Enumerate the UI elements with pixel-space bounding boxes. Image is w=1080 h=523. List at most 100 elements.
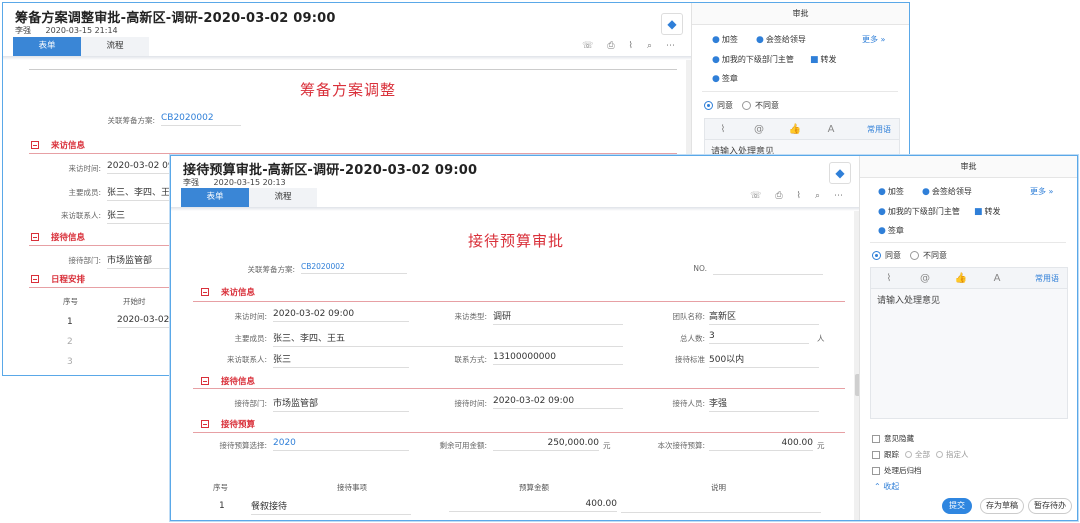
seal-button[interactable]: ● 签章 xyxy=(712,73,738,84)
phone-value: 13100000000 xyxy=(493,352,623,365)
members-label: 主要成员: xyxy=(68,188,101,197)
section-icon xyxy=(201,288,209,296)
team-value: 高新区 xyxy=(709,309,819,325)
font-icon[interactable]: A xyxy=(813,124,849,135)
forward-button[interactable]: ■ 转发 xyxy=(974,206,1001,217)
add-manager-button[interactable]: ● 加我的下级部门主管 xyxy=(712,54,794,65)
collapse-link[interactable]: ⌃ 收起 xyxy=(874,481,899,492)
section-icon xyxy=(201,420,209,428)
search-icon[interactable]: ⌕ xyxy=(815,191,820,201)
front-approval-panel: 审批 ● 加签 ● 会签给领导 更多 » ● 加我的下级部门主管 ■ 转发 ● 签章 同意… xyxy=(859,156,1077,520)
related-value[interactable]: CB2020002 xyxy=(161,113,241,126)
at-icon[interactable]: @ xyxy=(741,124,777,135)
chevron-up-icon: ⌃ xyxy=(874,482,881,491)
contact-label: 来访联系人: xyxy=(60,211,101,220)
pin-icon[interactable]: ◆ xyxy=(829,162,851,184)
at-icon[interactable]: @ xyxy=(907,273,943,284)
pin-icon[interactable]: ◆ xyxy=(661,13,683,35)
countersign-button[interactable]: ● 会签给领导 xyxy=(922,186,972,197)
members-value: 张三、李四、王五 xyxy=(273,331,623,347)
archive-checkbox[interactable]: 处理后归档 xyxy=(872,465,922,476)
more-icon[interactable]: ⋯ xyxy=(666,41,675,51)
attach-icon[interactable]: ⌇ xyxy=(705,124,741,135)
more-button[interactable]: 更多 » xyxy=(1030,186,1053,197)
disagree-radio[interactable]: 不同意 xyxy=(742,100,779,111)
related-value[interactable]: CB2020002 xyxy=(301,262,407,274)
countersign-button[interactable]: ● 会签给领导 xyxy=(756,34,806,45)
phone-icon[interactable]: ☏ xyxy=(582,41,593,51)
more-icon[interactable]: ⋯ xyxy=(834,191,843,201)
print-icon[interactable]: ⎙ xyxy=(607,41,614,51)
col-header: 序号 xyxy=(213,483,228,492)
disagree-radio[interactable]: 不同意 xyxy=(910,250,947,261)
section-icon xyxy=(31,275,39,283)
more-button[interactable]: 更多 » xyxy=(862,34,885,45)
opinion-toolbar: ⌇ @ 👍 A 常用语 xyxy=(704,118,900,140)
standard-value: 500以内 xyxy=(709,352,819,368)
col-header: 开始时 xyxy=(123,297,146,306)
section-budget: 接待预算 xyxy=(201,418,255,430)
remaining-unit: 元 xyxy=(603,441,611,450)
dept-label: 接待部门: xyxy=(68,256,101,265)
row-item[interactable]: 餐叙接待 xyxy=(251,499,411,515)
attach-icon[interactable]: ⌇ xyxy=(797,191,801,201)
user-add-icon: ● xyxy=(878,186,886,197)
attach-icon[interactable]: ⌇ xyxy=(629,41,633,51)
tab-flow[interactable]: 流程 xyxy=(249,188,317,207)
thumb-up-icon[interactable]: 👍 xyxy=(777,124,813,135)
col-header: 说明 xyxy=(711,483,726,492)
budget-select-value[interactable]: 2020 xyxy=(273,438,409,451)
tab-bar: 表单 流程 xyxy=(181,188,317,207)
thumb-up-icon[interactable]: 👍 xyxy=(943,273,979,284)
recv-time-label: 接待时间: xyxy=(454,399,487,408)
tab-form[interactable]: 表单 xyxy=(181,188,249,207)
follow-checkbox[interactable]: 跟踪 全部 指定人 xyxy=(872,449,969,460)
follow-assign-radio[interactable] xyxy=(936,451,943,458)
no-label: NO. xyxy=(693,264,707,273)
front-form-area: 接待预算审批-高新区-调研-2020-03-02 09:00 李强 2020-0… xyxy=(171,156,861,520)
row-start[interactable]: 2020-03-02 xyxy=(117,315,173,328)
tab-flow[interactable]: 流程 xyxy=(81,37,149,56)
col-header: 序号 xyxy=(63,297,78,306)
agree-radio[interactable]: 同意 xyxy=(704,100,733,111)
phone-icon[interactable]: ☏ xyxy=(750,191,761,201)
common-phrases-link[interactable]: 常用语 xyxy=(867,124,891,135)
no-value[interactable] xyxy=(713,262,823,275)
section-visit: 来访信息 xyxy=(31,139,85,151)
font-icon[interactable]: A xyxy=(979,273,1015,284)
section-icon xyxy=(31,233,39,241)
seal-button[interactable]: ● 签章 xyxy=(878,225,904,236)
agree-radio[interactable]: 同意 xyxy=(872,250,901,261)
team-label: 团队名称: xyxy=(672,312,705,321)
section-icon xyxy=(201,377,209,385)
timestamp: 2020-03-15 20:13 xyxy=(213,178,286,187)
add-sign-button[interactable]: ● 加签 xyxy=(712,34,738,45)
forward-button[interactable]: ■ 转发 xyxy=(810,54,837,65)
standard-label: 接待标准 xyxy=(675,355,705,364)
add-sign-button[interactable]: ● 加签 xyxy=(878,186,904,197)
user-add-icon: ● xyxy=(878,206,886,217)
opinion-input[interactable]: 请输入处理意见 xyxy=(870,289,1068,419)
save-draft-button[interactable]: 存为草稿 xyxy=(980,498,1024,514)
submit-button[interactable]: 提交 xyxy=(942,498,972,514)
follow-all-radio[interactable] xyxy=(905,451,912,458)
common-phrases-link[interactable]: 常用语 xyxy=(1035,273,1059,284)
toolbar: ☏ ⎙ ⌇ ⌕ ⋯ xyxy=(582,41,675,51)
print-icon[interactable]: ⎙ xyxy=(775,191,782,201)
members-label: 主要成员: xyxy=(234,334,267,343)
row-note[interactable] xyxy=(621,499,821,513)
search-icon[interactable]: ⌕ xyxy=(647,41,652,51)
row-number: 1 xyxy=(67,317,73,327)
row-amount[interactable]: 400.00 xyxy=(449,499,617,512)
hold-button[interactable]: 暂存待办 xyxy=(1028,498,1072,514)
section-icon xyxy=(31,141,39,149)
row-number: 2 xyxy=(67,337,73,347)
hide-opinion-checkbox[interactable]: 意见隐藏 xyxy=(872,433,914,444)
this-budget-value: 400.00 xyxy=(709,438,813,451)
tab-form[interactable]: 表单 xyxy=(13,37,81,56)
author: 李强 xyxy=(15,26,31,35)
add-manager-button[interactable]: ● 加我的下级部门主管 xyxy=(878,206,960,217)
divider xyxy=(702,91,898,92)
attach-icon[interactable]: ⌇ xyxy=(871,273,907,284)
section-reception: 接待信息 xyxy=(201,375,255,387)
